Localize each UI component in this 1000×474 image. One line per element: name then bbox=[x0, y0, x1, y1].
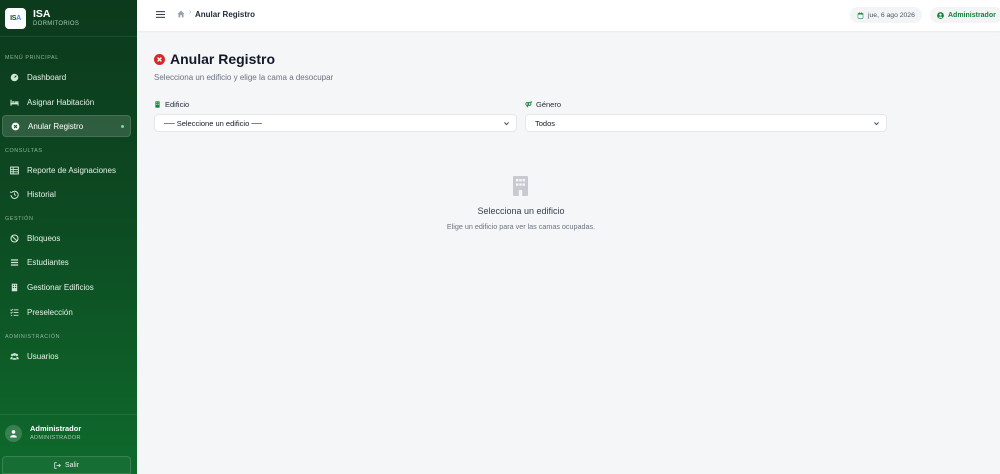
sidebar-item-reporte-asignaciones[interactable]: Reporte de Asignaciones bbox=[2, 159, 131, 181]
graduation-icon bbox=[10, 258, 19, 267]
sidebar-user-name: Administrador bbox=[30, 424, 82, 434]
sidebar-item-label: Historial bbox=[27, 189, 56, 199]
gender-field-label: Género bbox=[525, 100, 561, 109]
building-select[interactable]: ── Seleccione un edificio ── bbox=[154, 114, 517, 132]
empty-state-title: Selecciona un edificio bbox=[477, 206, 565, 216]
building-icon bbox=[10, 283, 19, 292]
user-circle-icon bbox=[937, 11, 944, 19]
sidebar-item-label: Usuarios bbox=[27, 351, 59, 361]
hamburger-menu-icon[interactable] bbox=[156, 10, 165, 19]
brand-logo: IS A bbox=[5, 7, 26, 29]
avatar bbox=[5, 425, 22, 442]
section-label-consultas: CONSULTAS bbox=[5, 148, 43, 154]
user-menu-button[interactable]: Administrador bbox=[930, 7, 1000, 23]
brand[interactable]: IS A ISA DORMITORIOS bbox=[0, 0, 137, 37]
logout-icon bbox=[54, 461, 61, 469]
building-icon bbox=[155, 101, 160, 108]
current-date: jue, 6 ago 2026 bbox=[868, 11, 915, 19]
date-badge: jue, 6 ago 2026 bbox=[850, 7, 922, 23]
logout-label: Salir bbox=[64, 461, 79, 469]
ban-icon bbox=[10, 233, 19, 243]
brand-title: ISA bbox=[33, 7, 51, 20]
gender-select-value: Todos bbox=[535, 118, 556, 128]
empty-state-subtitle: Elige un edificio para ver las camas ocu… bbox=[446, 222, 596, 231]
building-empty-state-icon bbox=[513, 176, 528, 196]
breadcrumb-current: Anular Registro bbox=[195, 10, 256, 19]
sidebar-item-historial[interactable]: Historial bbox=[2, 183, 131, 205]
section-label-administracion: ADMINISTRACIÓN bbox=[5, 334, 61, 340]
sidebar-item-bloqueos[interactable]: Bloqueos bbox=[2, 227, 131, 249]
sidebar-item-dashboard[interactable]: Dashboard bbox=[2, 66, 131, 88]
gauge-icon bbox=[10, 73, 19, 82]
table-icon bbox=[10, 166, 19, 175]
sidebar-item-asignar-habitacion[interactable]: Asignar Habitación bbox=[2, 91, 131, 113]
gender-label-text: Género bbox=[536, 100, 562, 109]
building-select-value: ── Seleccione un edificio ── bbox=[164, 118, 262, 128]
sidebar-item-label: Gestionar Edificios bbox=[27, 282, 94, 292]
calendar-icon bbox=[857, 11, 864, 19]
home-icon[interactable] bbox=[177, 10, 185, 18]
sidebar-item-anular-registro[interactable]: Anular Registro bbox=[2, 115, 131, 137]
users-icon bbox=[10, 352, 19, 361]
brand-subtitle: DORMITORIOS bbox=[33, 21, 80, 28]
gender-select[interactable]: Todos bbox=[525, 114, 887, 132]
page-title: Anular Registro bbox=[170, 51, 276, 67]
breadcrumb-separator: › bbox=[189, 9, 192, 16]
sidebar-item-label: Bloqueos bbox=[27, 233, 61, 243]
user-icon bbox=[10, 430, 17, 438]
page-subtitle: Selecciona un edificio y elige la cama a… bbox=[154, 73, 334, 82]
building-label-text: Edificio bbox=[165, 100, 190, 109]
section-label-gestion: GESTIÓN bbox=[5, 216, 34, 222]
active-indicator-dot bbox=[121, 125, 124, 128]
sidebar-item-label: Asignar Habitación bbox=[27, 97, 95, 107]
history-icon bbox=[10, 190, 19, 199]
logout-button[interactable]: Salir bbox=[2, 456, 131, 474]
user-menu-label: Administrador bbox=[948, 11, 996, 19]
bed-icon bbox=[10, 98, 19, 107]
sidebar-item-estudiantes[interactable]: Estudiantes bbox=[2, 251, 131, 273]
list-check-icon bbox=[10, 308, 19, 317]
sidebar-item-label: Preselección bbox=[27, 307, 73, 317]
cancel-circle-icon bbox=[154, 54, 165, 65]
sidebar-item-preseleccion[interactable]: Preselección bbox=[2, 301, 131, 323]
sidebar-item-gestionar-edificios[interactable]: Gestionar Edificios bbox=[2, 276, 131, 298]
chevron-down-icon bbox=[504, 122, 509, 126]
topbar: › Anular Registro jue, 6 ago 2026 Admini… bbox=[137, 0, 1000, 31]
sidebar-item-usuarios[interactable]: Usuarios bbox=[2, 345, 131, 367]
sidebar-item-label: Estudiantes bbox=[27, 257, 69, 267]
sidebar-user-profile[interactable]: Administrador ADMINISTRADOR bbox=[0, 414, 137, 452]
section-label-main: MENÚ PRINCIPAL bbox=[5, 55, 59, 61]
sidebar-item-label: Reporte de Asignaciones bbox=[27, 165, 116, 175]
venus-mars-icon bbox=[525, 101, 532, 108]
cancel-circle-icon bbox=[11, 122, 20, 131]
sidebar-user-role: ADMINISTRADOR bbox=[30, 434, 81, 441]
sidebar-item-label: Dashboard bbox=[27, 72, 67, 82]
building-field-label: Edificio bbox=[154, 100, 189, 109]
sidebar-item-label: Anular Registro bbox=[28, 121, 84, 131]
sidebar: IS A ISA DORMITORIOS MENÚ PRINCIPAL Dashb… bbox=[0, 0, 137, 474]
chevron-down-icon bbox=[874, 122, 879, 126]
